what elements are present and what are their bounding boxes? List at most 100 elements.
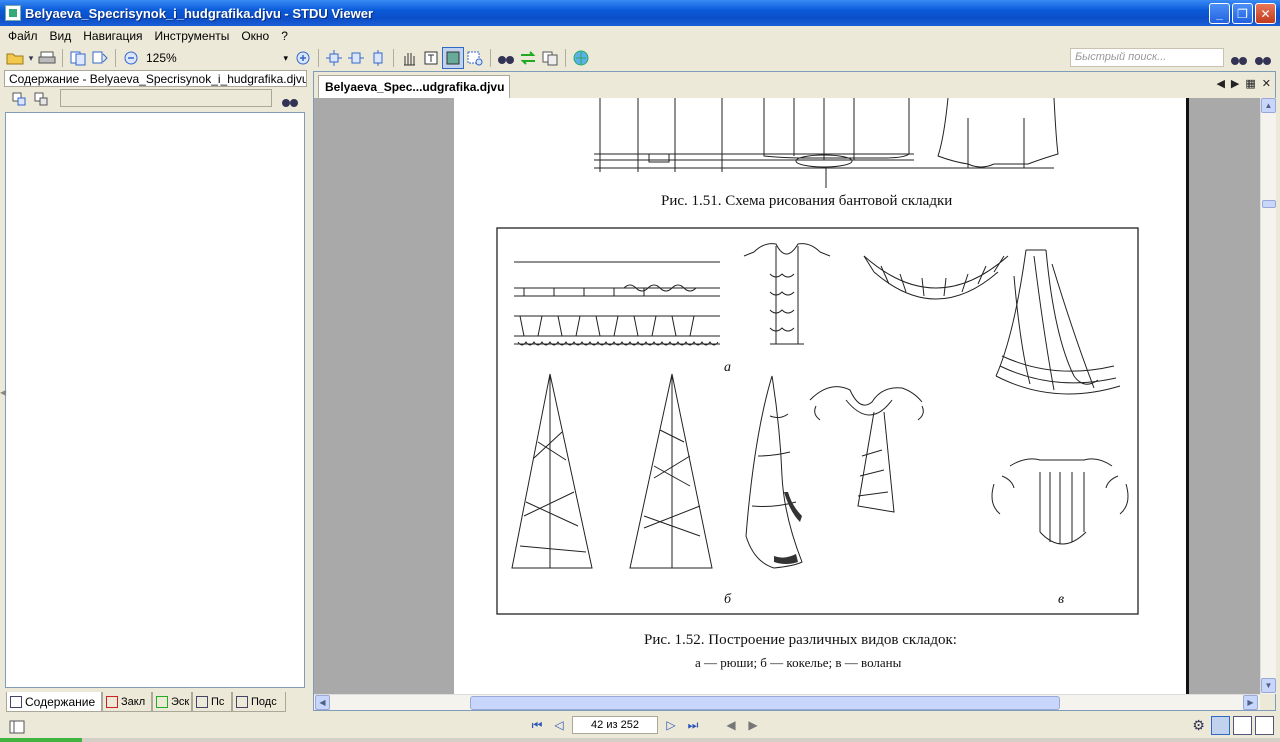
menu-window[interactable]: Окно [235, 29, 275, 43]
last-page-icon[interactable]: ⏭ [684, 716, 702, 734]
first-page-icon[interactable]: ⏮ [528, 716, 546, 734]
thumbnail-icon [156, 695, 168, 708]
highlight-icon [236, 695, 248, 708]
menu-view[interactable]: Вид [44, 29, 78, 43]
open-folder-icon[interactable] [4, 47, 26, 69]
expand-tree-icon[interactable] [8, 88, 30, 110]
copy-page-icon[interactable] [67, 47, 89, 69]
contents-search-icon[interactable] [279, 90, 301, 112]
horizontal-scroll-thumb[interactable] [470, 696, 1060, 710]
page-navigator: ⏮ ◁ 42 из 252 ▷ ⏭ ◀ ▶ [528, 716, 762, 734]
fit-width-icon[interactable] [345, 47, 367, 69]
tab-controls: ◀ ▶ ▦ ✕ [1216, 77, 1271, 90]
snapshot-icon[interactable] [464, 47, 486, 69]
next-page-icon[interactable]: ▷ [662, 716, 680, 734]
sidebar-toolbar [4, 87, 307, 111]
tab-contents[interactable]: Содержание [6, 692, 102, 712]
find-icon[interactable] [495, 47, 517, 69]
splitter-arrow-icon[interactable]: ◀ [0, 388, 6, 397]
window-title: Belyaeva_Specrisynok_i_hudgrafika.djvu -… [25, 5, 374, 21]
document-tabs: Belyaeva_Spec...udgrafika.djvu ◀ ▶ ▦ ✕ [314, 72, 1275, 99]
figure-label-v: в [1058, 592, 1065, 607]
zoom-in-icon[interactable] [292, 47, 314, 69]
text-select-icon[interactable] [420, 47, 442, 69]
fit-both-icon[interactable] [323, 47, 345, 69]
menu-file[interactable]: Файл [2, 29, 44, 43]
quick-search-input[interactable]: Быстрый поиск... [1070, 48, 1224, 67]
figure-label-a: а [724, 360, 731, 375]
document-page: Рис. 1.51. Схема рисования бантовой скла… [454, 98, 1186, 694]
figure-1-51-caption: Рис. 1.51. Схема рисования бантовой скла… [661, 193, 953, 209]
scroll-down-icon[interactable]: ▼ [1261, 678, 1276, 693]
maximize-button[interactable]: ❐ [1232, 3, 1253, 24]
fit-height-icon[interactable] [367, 47, 389, 69]
scroll-left-icon[interactable]: ◀ [315, 695, 330, 710]
toolbar-separator [115, 49, 116, 67]
menu-navigation[interactable]: Навигация [77, 29, 148, 43]
sidebar: Содержание - Belyaeva_Specrisynok_i_hudg… [4, 70, 307, 716]
open-dropdown-icon[interactable]: ▾ [26, 47, 36, 69]
tab-list-icon[interactable]: ▦ [1245, 77, 1255, 90]
tab-bookmarks[interactable]: Закл [102, 692, 152, 712]
view-modes: ⚙ [1189, 716, 1274, 735]
status-bar: ⏮ ◁ 42 из 252 ▷ ⏭ ◀ ▶ ⚙ [0, 714, 1280, 738]
page-edge [1186, 98, 1189, 694]
single-page-view-icon[interactable] [1211, 716, 1230, 735]
horizontal-scrollbar[interactable]: ◀ ▶ [314, 694, 1260, 710]
page-number-input[interactable]: 42 из 252 [572, 716, 658, 734]
vertical-scroll-thumb[interactable] [1262, 200, 1276, 208]
menu-tools[interactable]: Инструменты [149, 29, 236, 43]
tab-highlights[interactable]: Подс [232, 692, 286, 712]
sidebar-title: Содержание - Belyaeva_Specrisynok_i_hudg… [4, 70, 307, 87]
chevron-down-icon: ▾ [283, 52, 288, 63]
toolbar-separator [393, 49, 394, 67]
tab-prev-icon[interactable]: ◀ [1216, 77, 1224, 90]
zoom-value: 125% [146, 51, 177, 65]
swap-arrows-icon[interactable] [517, 47, 539, 69]
history-back-icon[interactable]: ◀ [722, 716, 740, 734]
page-viewport[interactable]: Рис. 1.51. Схема рисования бантовой скла… [314, 98, 1260, 694]
zoom-select[interactable]: 125% ▾ [142, 48, 292, 68]
toolbar-separator [62, 49, 63, 67]
progress-strip [0, 738, 1280, 742]
contents-filter-input[interactable] [60, 89, 272, 107]
tab-next-icon[interactable]: ▶ [1231, 77, 1239, 90]
figure-1-52-drawing [496, 227, 1139, 615]
image-select-icon[interactable] [442, 47, 464, 69]
tab-thumbnails[interactable]: Эск [152, 692, 192, 712]
sidebar-tabs: Содержание Закл Эск Пс Подс [6, 692, 306, 712]
scroll-right-icon[interactable]: ▶ [1243, 695, 1258, 710]
bookmark-icon [106, 695, 118, 708]
copy-icon[interactable] [539, 47, 561, 69]
vertical-scrollbar[interactable]: ▲ ▼ [1260, 98, 1276, 694]
toolbar-separator [565, 49, 566, 67]
figure-1-52-subcaption: а — рюши; б — кокелье; в — воланы [695, 655, 902, 670]
two-page-view-icon[interactable] [1233, 716, 1252, 735]
tab-document[interactable]: Belyaeva_Spec...udgrafika.djvu [318, 75, 510, 99]
hand-tool-icon[interactable] [398, 47, 420, 69]
toggle-sidebar-icon[interactable] [6, 716, 28, 738]
web-update-icon[interactable] [570, 47, 592, 69]
main-toolbar: ▾ 125% ▾ Быстрый поиск... [0, 46, 1280, 70]
zoom-out-icon[interactable] [120, 47, 142, 69]
contents-panel[interactable] [5, 112, 305, 688]
contents-icon [10, 695, 22, 708]
title-bar: Belyaeva_Specrisynok_i_hudgrafika.djvu -… [0, 0, 1280, 26]
history-forward-icon[interactable]: ▶ [744, 716, 762, 734]
grid-view-icon[interactable] [1255, 716, 1274, 735]
close-button[interactable]: ✕ [1255, 3, 1276, 24]
collapse-tree-icon[interactable] [30, 88, 52, 110]
tab-search[interactable]: Пс [192, 692, 232, 712]
search-next-icon[interactable] [1252, 48, 1274, 70]
prev-page-icon[interactable]: ◁ [550, 716, 568, 734]
fit-page-icon[interactable] [89, 47, 111, 69]
toolbar-separator [318, 49, 319, 67]
tab-close-icon[interactable]: ✕ [1262, 77, 1271, 90]
figure-1-51-drawing [594, 98, 1059, 188]
menu-help[interactable]: ? [275, 29, 294, 43]
print-icon[interactable] [36, 47, 58, 69]
scroll-up-icon[interactable]: ▲ [1261, 98, 1276, 113]
minimize-button[interactable]: _ [1209, 3, 1230, 24]
settings-gear-icon[interactable]: ⚙ [1189, 716, 1208, 735]
search-binoculars-icon[interactable] [1228, 48, 1250, 70]
